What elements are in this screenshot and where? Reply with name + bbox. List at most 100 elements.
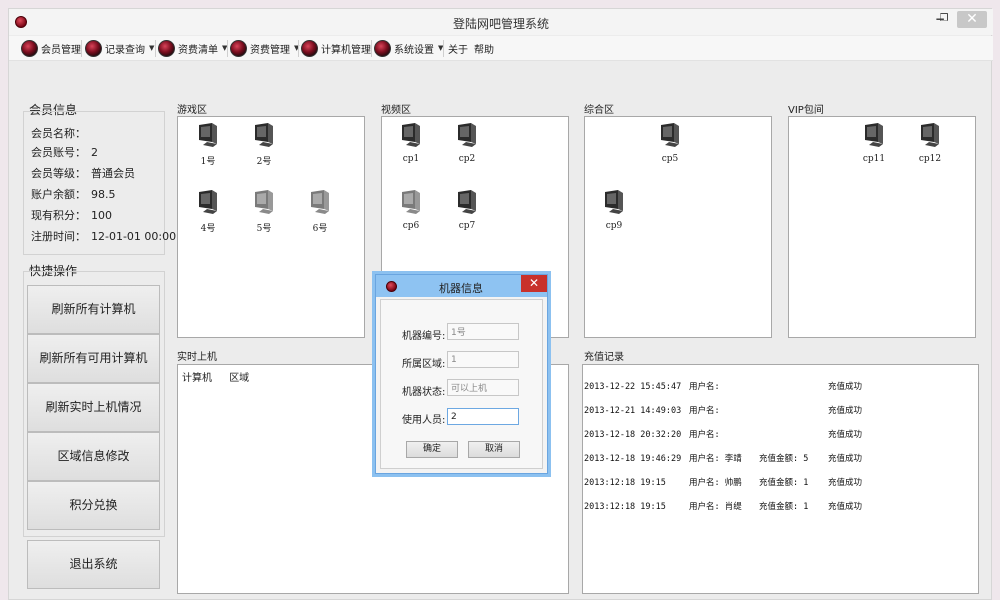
computer-cp7[interactable]: cp7 — [447, 189, 487, 231]
menu-label: 会员管理 — [41, 44, 81, 56]
zone-field[interactable] — [447, 351, 519, 368]
menu-separator — [227, 40, 228, 57]
recharge-list[interactable]: 2013-12-22 15:45:47 用户名: 充值成功 2013-12-21 1… — [582, 364, 979, 594]
realtime-header: 计算机 区域 — [182, 369, 263, 384]
red-ball-icon — [85, 39, 102, 57]
member-level-row: 会员等级： 普通会员 — [31, 165, 135, 181]
recharge-status: 充值成功 — [828, 382, 863, 392]
member-register-label: 注册时间： — [31, 230, 86, 243]
recharge-time: 2013:12:18 19:15 — [584, 502, 666, 512]
dialog-close-button[interactable]: ✕ — [521, 275, 547, 292]
close-button[interactable]: ✕ — [957, 11, 987, 28]
user-field[interactable] — [447, 408, 519, 425]
recharge-status: 充值成功 — [828, 478, 863, 488]
computer-cp9[interactable]: cp9 — [594, 189, 634, 231]
zone-label: 所属区域: — [402, 359, 446, 370]
menu-system-settings[interactable]: 系统设置 ▼ — [374, 38, 443, 58]
points-exchange-button[interactable]: 积分兑换 — [27, 481, 160, 530]
dialog-title-bar[interactable]: 机器信息 ✕ — [376, 275, 547, 297]
computer-label: cp12 — [918, 154, 942, 164]
computer-label: cp1 — [402, 154, 420, 164]
recharge-title: 充值记录 — [584, 352, 624, 363]
computer-in-use-icon — [199, 190, 217, 214]
dialog-title: 机器信息 — [439, 282, 483, 295]
member-account-row: 会员账号： 2 — [31, 144, 98, 160]
computer-cp12[interactable]: cp12 — [910, 122, 950, 164]
computer-label: cp5 — [661, 154, 679, 164]
menu-label: 关于 — [448, 44, 468, 56]
member-level-label: 会员等级： — [31, 167, 86, 180]
menu-about[interactable]: 关于 — [448, 38, 468, 58]
member-points-value: 100 — [91, 209, 112, 222]
general-zone-panel: cp5 cp9 — [584, 116, 772, 338]
recharge-row: 2013-12-22 15:45:47 用户名: 充值成功 — [584, 383, 862, 392]
menu-member-management[interactable]: 会员管理 — [21, 38, 81, 58]
menu-label: 系统设置 — [394, 44, 434, 56]
column-header-computer[interactable]: 计算机 — [182, 369, 212, 384]
recharge-user: 用户名: 李靖 — [689, 454, 742, 464]
member-account-label: 会员账号： — [31, 146, 86, 159]
recharge-amount: 充值金额: 5 — [759, 454, 809, 464]
computer-idle-icon — [255, 190, 273, 214]
menu-fee-management[interactable]: 资费管理 ▼ — [230, 38, 299, 58]
computer-cp5[interactable]: cp5 — [650, 122, 690, 164]
member-account-value: 2 — [91, 146, 98, 159]
member-points-row: 现有积分： 100 — [31, 207, 112, 223]
recharge-row: 2013-12-21 14:49:03 用户名: 充值成功 — [584, 407, 862, 416]
computer-4[interactable]: 4号 — [188, 189, 228, 234]
computer-1[interactable]: 1号 — [188, 122, 228, 167]
machine-id-field[interactable] — [447, 323, 519, 340]
computer-in-use-icon — [605, 190, 623, 214]
machine-status-field[interactable] — [447, 379, 519, 396]
computer-cp2[interactable]: cp2 — [447, 122, 487, 164]
menu-separator — [81, 40, 82, 57]
computer-in-use-icon — [458, 190, 476, 214]
cancel-button[interactable]: 取消 — [468, 441, 520, 458]
recharge-time: 2013:12:18 19:15 — [584, 478, 666, 488]
machine-status-label: 机器状态: — [402, 387, 446, 398]
computer-cp6[interactable]: cp6 — [391, 189, 431, 231]
ok-button[interactable]: 确定 — [406, 441, 458, 458]
computer-idle-icon — [402, 190, 420, 214]
refresh-available-computers-button[interactable]: 刷新所有可用计算机 — [27, 334, 160, 383]
maximize-button[interactable]: ❐ — [937, 11, 951, 28]
recharge-time: 2013-12-18 19:46:29 — [584, 454, 682, 464]
menu-fee-list[interactable]: 资费清单 ▼ — [158, 38, 227, 58]
column-header-zone[interactable]: 区域 — [229, 369, 249, 384]
vip-zone-panel: cp11 cp12 — [788, 116, 976, 338]
refresh-realtime-button[interactable]: 刷新实时上机情况 — [27, 383, 160, 432]
computer-2[interactable]: 2号 — [244, 122, 284, 167]
chevron-down-icon: ▼ — [149, 44, 155, 52]
computer-in-use-icon — [402, 123, 420, 147]
user-label: 使用人员: — [402, 415, 446, 426]
red-ball-icon — [374, 39, 391, 57]
computer-cp1[interactable]: cp1 — [391, 122, 431, 164]
recharge-user: 用户名: — [689, 406, 720, 416]
computer-label: cp7 — [458, 221, 476, 231]
refresh-all-computers-button[interactable]: 刷新所有计算机 — [27, 285, 160, 334]
recharge-user: 用户名: — [689, 430, 720, 440]
menu-record-query[interactable]: 记录查询 ▼ — [85, 38, 154, 58]
computer-in-use-icon — [865, 123, 883, 147]
computer-6[interactable]: 6号 — [300, 189, 340, 234]
exit-system-button[interactable]: 退出系统 — [27, 540, 160, 589]
menu-label: 记录查询 — [105, 44, 145, 56]
recharge-time: 2013-12-18 20:32:20 — [584, 430, 682, 440]
menu-separator — [155, 40, 156, 57]
computer-label: 4号 — [200, 224, 216, 234]
member-name-label: 会员名称： — [31, 127, 86, 140]
game-zone-panel: 1号 2号 4号 5号 6号 — [177, 116, 365, 338]
computer-cp11[interactable]: cp11 — [854, 122, 894, 164]
member-balance-value: 98.5 — [91, 188, 116, 201]
red-ball-icon — [21, 39, 38, 57]
edit-zone-info-button[interactable]: 区域信息修改 — [27, 432, 160, 481]
red-ball-icon — [301, 39, 318, 57]
member-balance-row: 账户余额： 98.5 — [31, 186, 116, 202]
menu-computer-management[interactable]: 计算机管理 — [301, 38, 371, 58]
menu-help[interactable]: 帮助 — [474, 38, 494, 58]
member-level-value: 普通会员 — [91, 167, 135, 180]
menu-separator — [298, 40, 299, 57]
computer-5[interactable]: 5号 — [244, 189, 284, 234]
realtime-title: 实时上机 — [177, 352, 217, 363]
general-zone-title: 综合区 — [584, 105, 614, 116]
